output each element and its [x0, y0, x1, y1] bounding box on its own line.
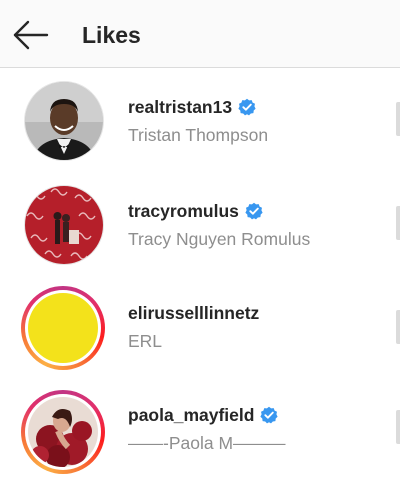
avatar — [28, 293, 98, 363]
avatar[interactable] — [24, 185, 104, 265]
avatar-story-ring[interactable] — [21, 286, 105, 370]
full-name: ——-Paola M——— — [128, 433, 286, 453]
verified-badge-icon — [238, 98, 256, 116]
username-line: realtristan13 — [128, 96, 256, 118]
list-item[interactable]: realtristan13 Tristan Thompson — [0, 68, 400, 168]
story-ring-gap — [25, 290, 101, 366]
list-item[interactable]: tracyromulus Tracy Nguyen Romulus — [0, 172, 400, 272]
full-name: Tristan Thompson — [128, 125, 269, 145]
follow-button-edge[interactable] — [396, 206, 400, 240]
username[interactable]: paola_mayfield — [128, 404, 254, 426]
arrow-left-icon[interactable] — [10, 17, 52, 53]
avatar-story-ring[interactable] — [21, 390, 105, 474]
list-item[interactable]: elirusselllinnetz ERL — [0, 276, 400, 376]
page-title: Likes — [82, 22, 141, 48]
avatar[interactable] — [24, 81, 104, 161]
username[interactable]: elirusselllinnetz — [128, 302, 259, 324]
username[interactable]: tracyromulus — [128, 200, 239, 222]
follow-button-edge[interactable] — [396, 102, 400, 136]
story-ring-gap — [25, 394, 101, 470]
avatar — [28, 397, 98, 467]
top-bar: Likes — [0, 0, 400, 68]
verified-badge-icon — [245, 202, 263, 220]
list-item[interactable]: paola_mayfield ——-Paola M——— — [0, 380, 400, 480]
full-name: Tracy Nguyen Romulus — [128, 229, 311, 249]
verified-badge-icon — [260, 406, 279, 424]
username-line: paola_mayfield — [128, 404, 279, 426]
full-name: ERL — [128, 331, 163, 351]
username[interactable]: realtristan13 — [128, 96, 232, 118]
username-line: elirusselllinnetz — [128, 302, 259, 324]
username-line: tracyromulus — [128, 200, 263, 222]
follow-button-edge[interactable] — [396, 410, 400, 444]
follow-button-edge[interactable] — [396, 310, 400, 344]
